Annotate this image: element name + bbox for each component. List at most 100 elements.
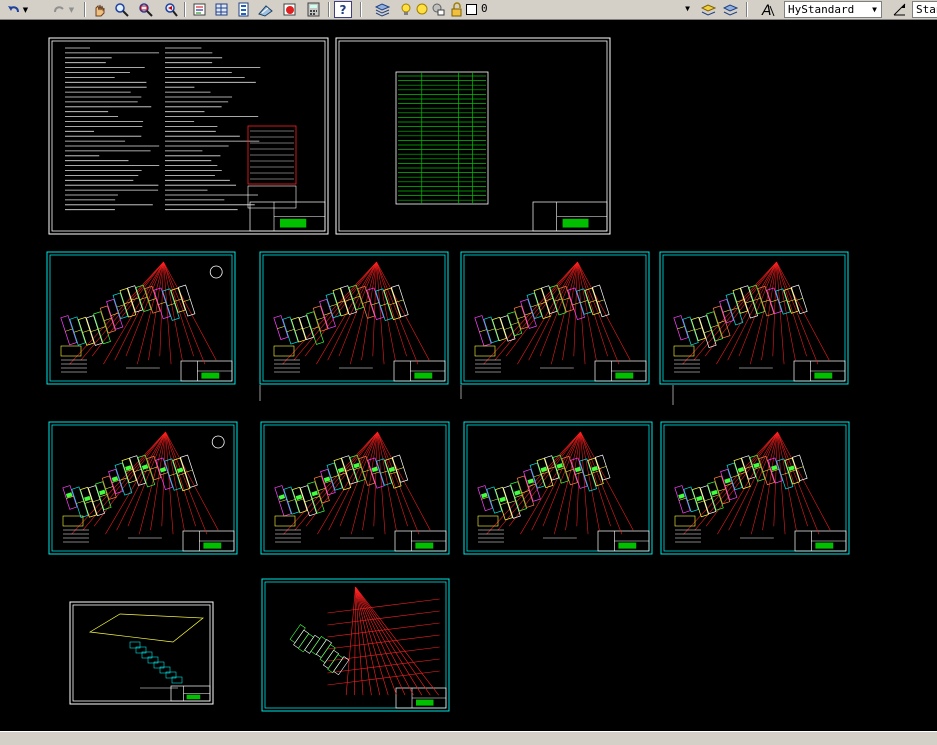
title-block-stamp — [615, 372, 634, 379]
wall-line — [717, 320, 726, 324]
zoom-previous-button[interactable] — [160, 1, 180, 18]
wall-line — [704, 498, 712, 502]
room-fill — [353, 462, 360, 469]
text-style-value: HyStandard — [788, 3, 855, 16]
drawing-sheet-12[interactable] — [261, 578, 450, 712]
text-style-button[interactable]: A — [756, 1, 778, 19]
drawing-sheet-11[interactable] — [69, 601, 214, 705]
grid-line — [327, 670, 440, 686]
drawing-sheet-10[interactable] — [660, 421, 850, 555]
redo-button[interactable]: ▼ — [48, 1, 78, 18]
axis-line — [105, 431, 166, 535]
detail-box — [673, 345, 695, 357]
markup-button[interactable] — [280, 1, 298, 18]
room — [297, 633, 315, 653]
layer-previous-button[interactable] — [720, 1, 740, 18]
wall-line — [380, 470, 388, 474]
viewport-sun-icon — [431, 2, 446, 17]
undo-button[interactable]: ▼ — [2, 1, 32, 18]
drawing-sheet-9[interactable] — [463, 421, 653, 555]
wall-line — [524, 312, 533, 316]
wall-line — [312, 496, 320, 499]
axis-line — [354, 586, 356, 696]
drawing-sheet-3[interactable] — [46, 251, 236, 385]
room-fill — [556, 463, 564, 469]
room-fill — [311, 490, 319, 497]
wall-line — [84, 500, 93, 504]
lightbulb-icon — [399, 2, 414, 17]
axis-line — [355, 586, 389, 696]
model-space[interactable] — [0, 20, 937, 731]
redo-dropdown-icon[interactable]: ▼ — [69, 6, 74, 14]
layer-properties-button[interactable] — [372, 1, 392, 18]
wall-line — [722, 309, 731, 313]
wall-line — [696, 500, 705, 504]
room — [304, 634, 321, 654]
separator — [328, 2, 330, 17]
drawing-sheet-2[interactable] — [335, 37, 611, 235]
chevron-down-icon[interactable]: ▼ — [681, 1, 694, 16]
title-block-stamp — [814, 372, 833, 379]
svg-text:A: A — [761, 3, 772, 17]
zoom-previous-icon — [163, 2, 178, 17]
toolbar: ▼ ▼ ? 0 ▼ A HyStandard ▼ Stan — [0, 0, 937, 20]
axis-line — [355, 586, 439, 696]
building-plan — [674, 454, 808, 518]
title-block-stamp — [203, 542, 222, 549]
layer-viewport-freeze-toggle[interactable] — [430, 1, 446, 18]
north-arrow-icon — [209, 265, 223, 279]
tool-palettes-button[interactable] — [234, 1, 252, 18]
axis-line — [517, 261, 578, 365]
drawing-sheet-4[interactable] — [259, 251, 449, 385]
axis-line — [542, 431, 581, 527]
drawing-sheet-7[interactable] — [48, 421, 238, 555]
help-button[interactable]: ? — [334, 1, 352, 18]
text-style-dropdown[interactable]: HyStandard ▼ — [784, 1, 882, 18]
wall-line — [124, 301, 132, 305]
magnifier-icon — [114, 2, 129, 17]
title-block-stamp — [186, 694, 201, 700]
wall-line — [363, 469, 371, 473]
title-block-stamp — [562, 218, 589, 228]
properties-button[interactable] — [190, 1, 208, 18]
horizontal-scrollbar[interactable] — [0, 731, 937, 745]
room-fill — [159, 466, 167, 473]
zoom-window-button[interactable] — [134, 1, 156, 18]
wall-line — [704, 330, 712, 333]
detail-box — [477, 515, 499, 527]
pan-button[interactable] — [90, 1, 108, 18]
drawing-sheet-6[interactable] — [659, 251, 849, 385]
drawing-sheet-8[interactable] — [260, 421, 450, 555]
chevron-down-icon[interactable]: ▼ — [868, 2, 881, 17]
wall-line — [277, 326, 285, 329]
layer-freeze-toggle[interactable] — [414, 1, 430, 18]
drawing-sheet-1[interactable] — [48, 37, 329, 235]
dimension-style-button[interactable] — [888, 1, 910, 18]
layer-color-swatch[interactable] — [464, 1, 478, 18]
zoom-realtime-button[interactable] — [112, 1, 130, 18]
separator — [84, 2, 86, 17]
detail-box — [674, 515, 696, 527]
calculator-icon — [306, 2, 321, 17]
room-fill — [99, 489, 106, 496]
layer-dropdown[interactable]: 0 ▼ — [478, 1, 694, 18]
wall-line — [92, 499, 101, 503]
room-fill — [514, 490, 521, 496]
design-center-button[interactable] — [212, 1, 230, 18]
calculator-button[interactable] — [304, 1, 322, 18]
undo-dropdown-icon[interactable]: ▼ — [23, 6, 28, 14]
make-current-layer-button[interactable] — [698, 1, 718, 18]
drawing-canvas[interactable] — [0, 20, 937, 731]
grid-line — [327, 622, 440, 638]
building-plan — [60, 284, 196, 346]
wall-line — [90, 329, 99, 332]
axis-line — [705, 431, 778, 527]
wall-line — [279, 499, 287, 503]
layer-on-toggle[interactable] — [398, 1, 414, 18]
layer-lock-toggle[interactable] — [448, 1, 464, 18]
sheet-set-button[interactable] — [256, 1, 274, 18]
drawing-sheet-5[interactable] — [460, 251, 650, 385]
room-fill — [711, 489, 718, 496]
dimension-style-dropdown[interactable]: Stan — [912, 1, 937, 18]
wall-line — [490, 498, 498, 502]
